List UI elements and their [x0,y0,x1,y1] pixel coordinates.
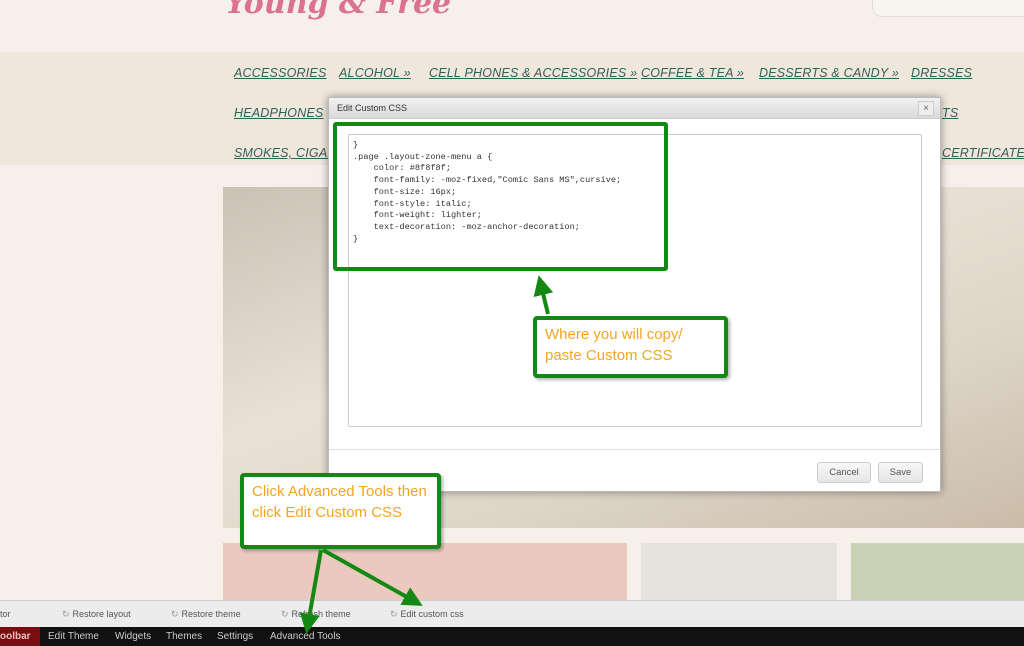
arrow-to-advanced-tools [299,549,323,634]
arrow-to-textarea [533,275,554,315]
annotation-arrows [299,275,554,634]
arrow-to-edit-custom-css [322,548,423,606]
